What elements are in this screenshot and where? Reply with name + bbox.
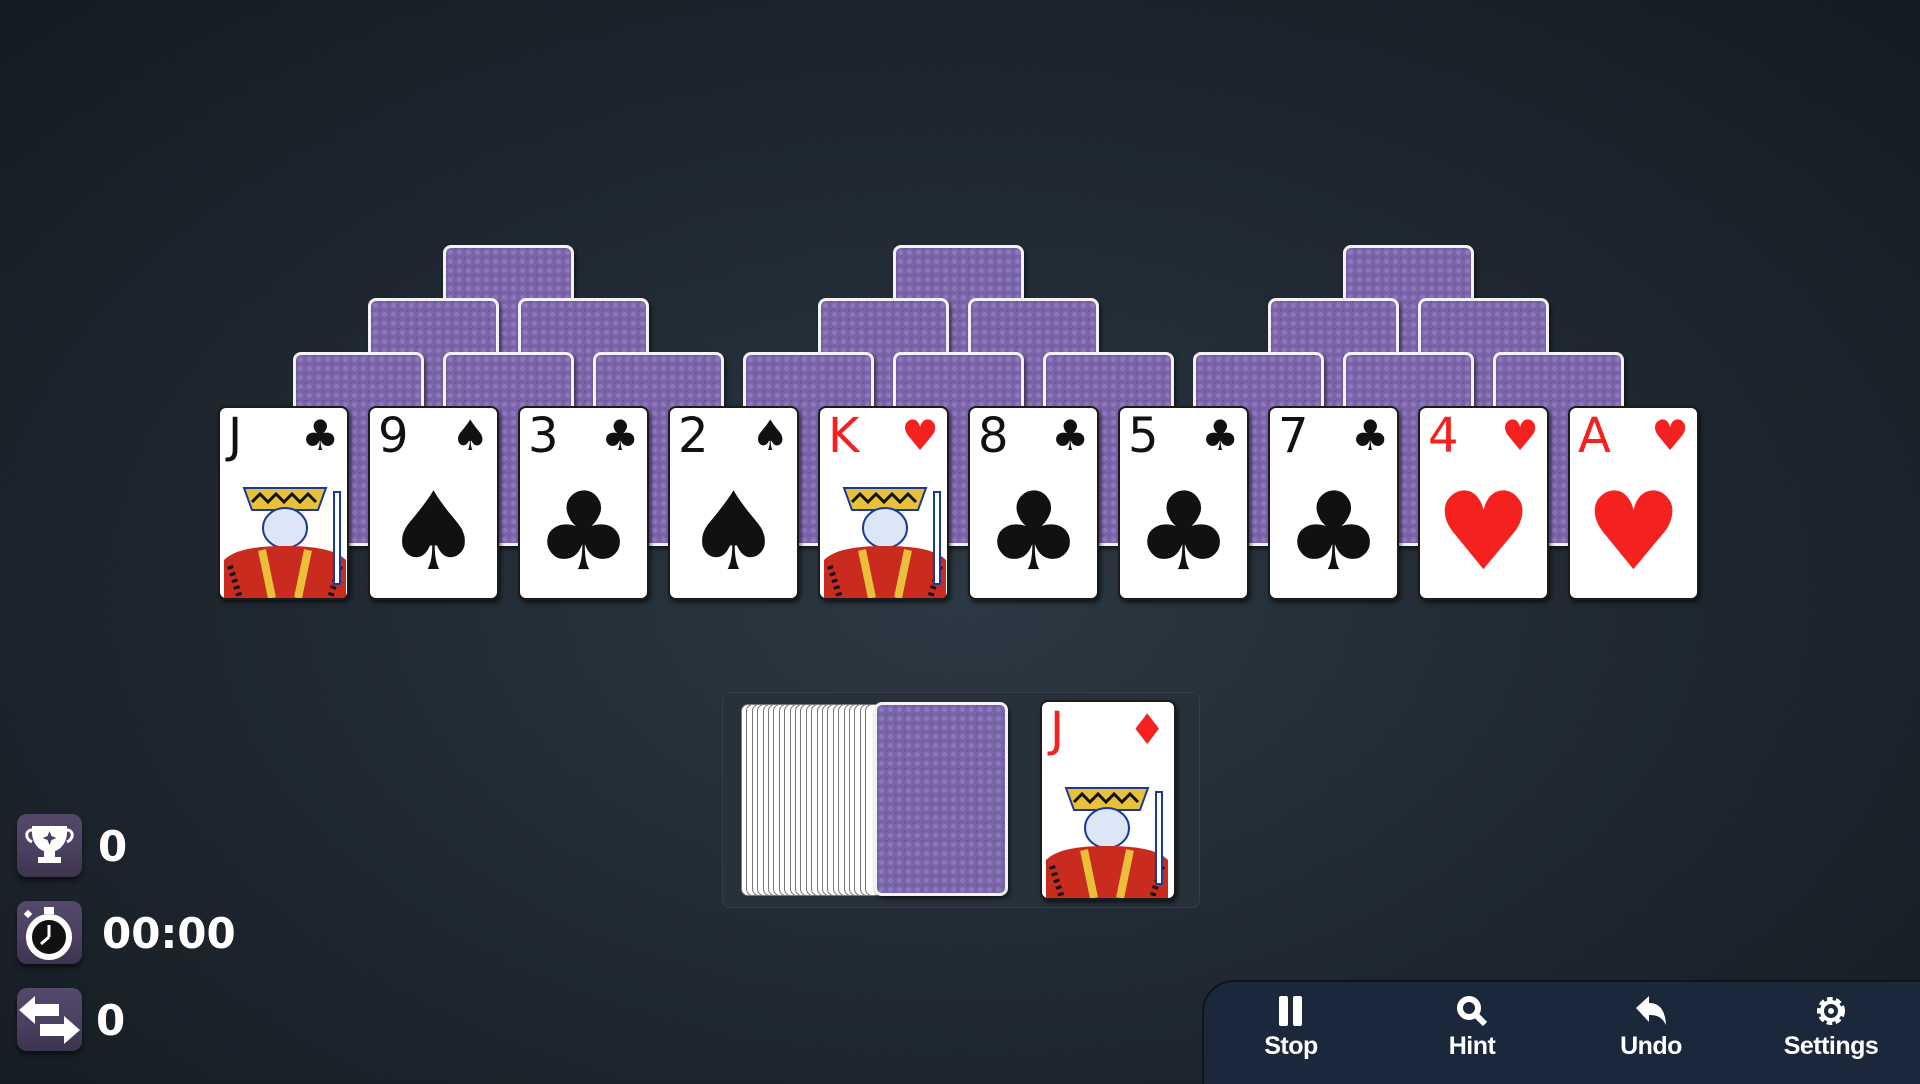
hearts-icon: ♥ bbox=[901, 411, 939, 460]
clubs-icon: ♣ bbox=[1051, 411, 1089, 460]
gear-icon bbox=[1817, 997, 1845, 1025]
center-clubs-icon: ♣ bbox=[1135, 470, 1232, 595]
center-spades-icon: ♠ bbox=[685, 470, 782, 595]
card-rank: 3 bbox=[528, 408, 559, 464]
hint-button[interactable]: Hint bbox=[1397, 994, 1547, 1078]
clubs-icon: ♣ bbox=[1201, 411, 1239, 460]
hearts-icon: ♥ bbox=[1501, 411, 1539, 460]
center-spades-icon: ♠ bbox=[385, 470, 482, 595]
trophy-icon bbox=[25, 826, 74, 863]
clubs-icon: ♣ bbox=[301, 411, 339, 460]
center-clubs-icon: ♣ bbox=[1285, 470, 1382, 595]
jack-portrait bbox=[1044, 780, 1172, 898]
bottom-row-card[interactable]: 4 ♥ ♥ bbox=[1418, 406, 1549, 600]
card-rank: 2 bbox=[678, 408, 709, 464]
card-rank: K bbox=[828, 408, 860, 464]
stopwatch-icon bbox=[23, 907, 72, 960]
jack-portrait bbox=[222, 480, 346, 598]
card-rank: J bbox=[228, 408, 243, 464]
hearts-icon: ♥ bbox=[1651, 411, 1689, 460]
bottom-row-card[interactable]: 3 ♣ ♣ bbox=[518, 406, 649, 600]
card-rank: 9 bbox=[378, 408, 409, 464]
spades-icon: ♠ bbox=[451, 411, 489, 460]
stock-top-card[interactable] bbox=[874, 702, 1008, 896]
undo-arrow-icon bbox=[1636, 996, 1666, 1025]
center-clubs-icon: ♣ bbox=[535, 470, 632, 595]
bottom-row-card[interactable]: A ♥ ♥ bbox=[1568, 406, 1699, 600]
bottom-row-card[interactable]: 5 ♣ ♣ bbox=[1118, 406, 1249, 600]
card-rank: A bbox=[1578, 408, 1611, 464]
waste-rank: J bbox=[1050, 702, 1065, 758]
waste-suit-icon: ♦ bbox=[1128, 705, 1166, 754]
card-rank: 7 bbox=[1278, 408, 1309, 464]
bottom-row-card[interactable]: J ♣ bbox=[218, 406, 349, 600]
spades-icon: ♠ bbox=[751, 411, 789, 460]
clubs-icon: ♣ bbox=[1351, 411, 1389, 460]
center-hearts-icon: ♥ bbox=[1435, 470, 1532, 595]
card-rank: 5 bbox=[1128, 408, 1159, 464]
waste-card[interactable]: J ♦ bbox=[1040, 700, 1176, 900]
center-clubs-icon: ♣ bbox=[985, 470, 1082, 595]
swap-arrows-icon bbox=[19, 996, 80, 1044]
bottom-row-card[interactable]: 2 ♠ ♠ bbox=[668, 406, 799, 600]
undo-label: Undo bbox=[1620, 1032, 1682, 1060]
settings-label: Settings bbox=[1783, 1032, 1879, 1060]
timer-badge bbox=[17, 901, 82, 964]
undo-button[interactable]: Undo bbox=[1576, 994, 1726, 1078]
score-badge bbox=[17, 814, 82, 877]
bottom-row-card[interactable]: 8 ♣ ♣ bbox=[968, 406, 1099, 600]
moves-badge bbox=[17, 988, 82, 1051]
bottom-toolbar: Stop Hint Undo Settings bbox=[1202, 980, 1920, 1084]
hint-label: Hint bbox=[1448, 1032, 1496, 1060]
clubs-icon: ♣ bbox=[601, 411, 639, 460]
settings-button[interactable]: Settings bbox=[1756, 994, 1906, 1078]
score-value: 0 bbox=[98, 822, 128, 871]
magnifier-icon bbox=[1457, 996, 1488, 1027]
center-hearts-icon: ♥ bbox=[1585, 470, 1682, 595]
card-rank: 4 bbox=[1428, 408, 1459, 464]
bottom-row-card[interactable]: 9 ♠ ♠ bbox=[368, 406, 499, 600]
king-portrait bbox=[822, 480, 946, 598]
stop-button[interactable]: Stop bbox=[1216, 994, 1366, 1078]
pause-icon bbox=[1279, 996, 1302, 1026]
bottom-row-card[interactable]: K ♥ bbox=[818, 406, 949, 600]
card-rank: 8 bbox=[978, 408, 1009, 464]
moves-value: 0 bbox=[96, 996, 126, 1045]
timer-value: 00:00 bbox=[102, 909, 236, 958]
stop-label: Stop bbox=[1264, 1032, 1318, 1060]
bottom-row-card[interactable]: 7 ♣ ♣ bbox=[1268, 406, 1399, 600]
